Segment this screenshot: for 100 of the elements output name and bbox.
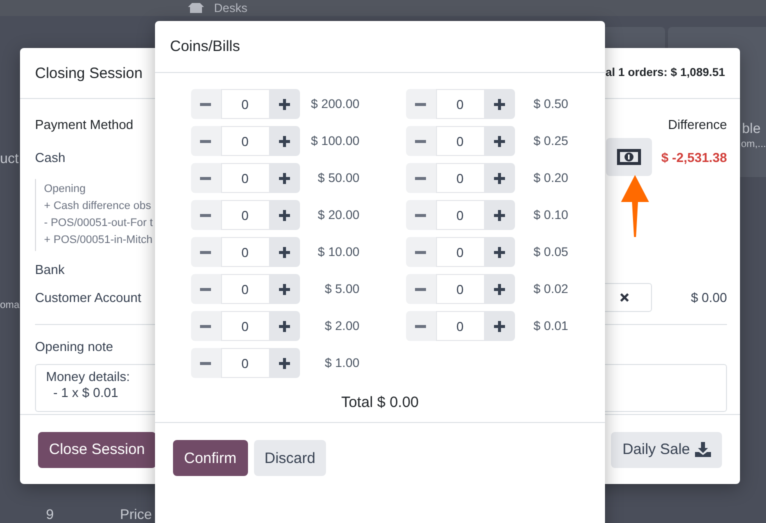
decrease-button[interactable] xyxy=(406,163,436,193)
denomination-label: $ 2.00 xyxy=(324,319,360,333)
cash-detail-line: Opening xyxy=(44,182,86,197)
banknote-icon xyxy=(617,149,641,165)
minus-icon xyxy=(200,102,211,106)
discard-button[interactable]: Discard xyxy=(254,440,326,476)
minus-icon xyxy=(415,176,426,180)
decrease-button[interactable] xyxy=(190,126,220,156)
minus-icon xyxy=(415,102,426,106)
denomination-label: $ 50.00 xyxy=(316,171,360,185)
increase-button[interactable] xyxy=(270,89,300,119)
payment-method-name: Cash xyxy=(35,150,66,164)
increase-button[interactable] xyxy=(484,237,514,267)
confirm-button[interactable]: Confirm xyxy=(173,440,248,476)
background-text: om,... xyxy=(741,139,766,150)
cash-detail-line: + POS/00051-in-Mitch xyxy=(44,233,153,248)
decrease-button[interactable] xyxy=(406,89,436,119)
quantity-field[interactable]: 0 xyxy=(220,163,270,193)
increase-button[interactable] xyxy=(270,237,300,267)
decrease-button[interactable] xyxy=(406,126,436,156)
decrease-button[interactable] xyxy=(406,200,436,230)
denomination-label: $ 0.05 xyxy=(534,245,570,259)
payment-method-name: Bank xyxy=(35,262,66,277)
minus-icon xyxy=(200,324,211,328)
plus-icon xyxy=(494,246,505,258)
minus-icon xyxy=(415,288,426,290)
annotation-arrow xyxy=(620,175,650,237)
decrease-button[interactable] xyxy=(190,311,220,341)
quantity-field[interactable]: 0 xyxy=(436,237,484,267)
minus-icon xyxy=(200,250,211,254)
cash-detail-line: + Cash difference obs xyxy=(44,199,152,214)
minus-icon xyxy=(415,250,426,254)
denomination-label: $ 5.00 xyxy=(324,282,360,296)
decrease-button[interactable] xyxy=(406,274,436,304)
dialog-title: Coins/Bills xyxy=(170,38,240,55)
decrease-button[interactable] xyxy=(190,89,220,119)
decrease-button[interactable] xyxy=(190,237,220,267)
column-header: Difference xyxy=(668,116,727,132)
plus-icon xyxy=(279,284,290,294)
dialog-title: Closing Session xyxy=(35,64,143,82)
quantity-field[interactable]: 0 xyxy=(436,89,484,119)
plus-icon xyxy=(494,136,505,146)
increase-button[interactable] xyxy=(270,126,300,156)
quantity-field[interactable]: 0 xyxy=(220,126,270,156)
quantity-field[interactable]: 0 xyxy=(220,274,270,304)
quantity-field[interactable]: 0 xyxy=(436,311,484,341)
quantity-field[interactable]: 0 xyxy=(220,348,270,378)
increase-button[interactable] xyxy=(270,200,300,230)
plus-icon xyxy=(279,358,290,368)
background-text: uct xyxy=(0,150,19,166)
difference-amount: $ 0.00 xyxy=(690,290,727,304)
minus-icon xyxy=(200,214,211,216)
increase-button[interactable] xyxy=(270,163,300,193)
minus-icon xyxy=(200,176,211,180)
increase-button[interactable] xyxy=(484,89,514,119)
quantity-field[interactable]: 0 xyxy=(436,200,484,230)
decrease-button[interactable] xyxy=(190,274,220,304)
increase-button[interactable] xyxy=(484,200,514,230)
quantity-field[interactable]: 0 xyxy=(220,89,270,119)
increase-button[interactable] xyxy=(270,311,300,341)
orders-summary: al 1 orders: $ 1,089.51 xyxy=(605,67,725,79)
plus-icon xyxy=(494,172,505,184)
denomination-label: $ 20.00 xyxy=(316,208,360,222)
decrease-button[interactable] xyxy=(190,348,220,378)
minus-icon xyxy=(200,288,211,290)
increase-button[interactable] xyxy=(484,311,514,341)
home-icon xyxy=(188,3,204,13)
denomination-label: $ 1.00 xyxy=(324,356,360,370)
decrease-button[interactable] xyxy=(190,200,220,230)
denomination-label: $ 0.50 xyxy=(534,97,570,111)
close-session-button[interactable]: Close Session xyxy=(38,432,156,468)
plus-icon xyxy=(279,246,290,258)
denomination-label: $ 0.02 xyxy=(534,282,570,296)
count-cash-button[interactable] xyxy=(606,138,652,176)
denomination-label: $ 0.10 xyxy=(534,208,570,222)
quantity-field[interactable]: 0 xyxy=(220,200,270,230)
quantity-field[interactable]: 0 xyxy=(220,311,270,341)
minus-icon xyxy=(200,362,211,364)
decrease-button[interactable] xyxy=(406,237,436,267)
difference-amount: $ -2,531.38 xyxy=(660,150,727,164)
daily-sale-button[interactable]: Daily Sale xyxy=(611,432,722,468)
denomination-label: $ 0.20 xyxy=(534,171,570,185)
quantity-field[interactable]: 0 xyxy=(436,126,484,156)
decrease-button[interactable] xyxy=(406,311,436,341)
quantity-field[interactable]: 0 xyxy=(436,163,484,193)
increase-button[interactable] xyxy=(484,274,514,304)
increase-button[interactable] xyxy=(484,163,514,193)
background-text: ble xyxy=(742,120,761,136)
increase-button[interactable] xyxy=(270,274,300,304)
breadcrumb[interactable]: Desks xyxy=(214,1,248,15)
quantity-field[interactable]: 0 xyxy=(436,274,484,304)
plus-icon xyxy=(494,210,505,220)
decrease-button[interactable] xyxy=(190,163,220,193)
denomination-label: $ 100.00 xyxy=(310,134,360,148)
opening-note-label: Opening note xyxy=(35,339,114,354)
quantity-field[interactable]: 0 xyxy=(220,237,270,267)
plus-icon xyxy=(279,136,290,146)
increase-button[interactable] xyxy=(270,348,300,378)
increase-button[interactable] xyxy=(484,126,514,156)
denomination-label: $ 200.00 xyxy=(310,97,360,111)
